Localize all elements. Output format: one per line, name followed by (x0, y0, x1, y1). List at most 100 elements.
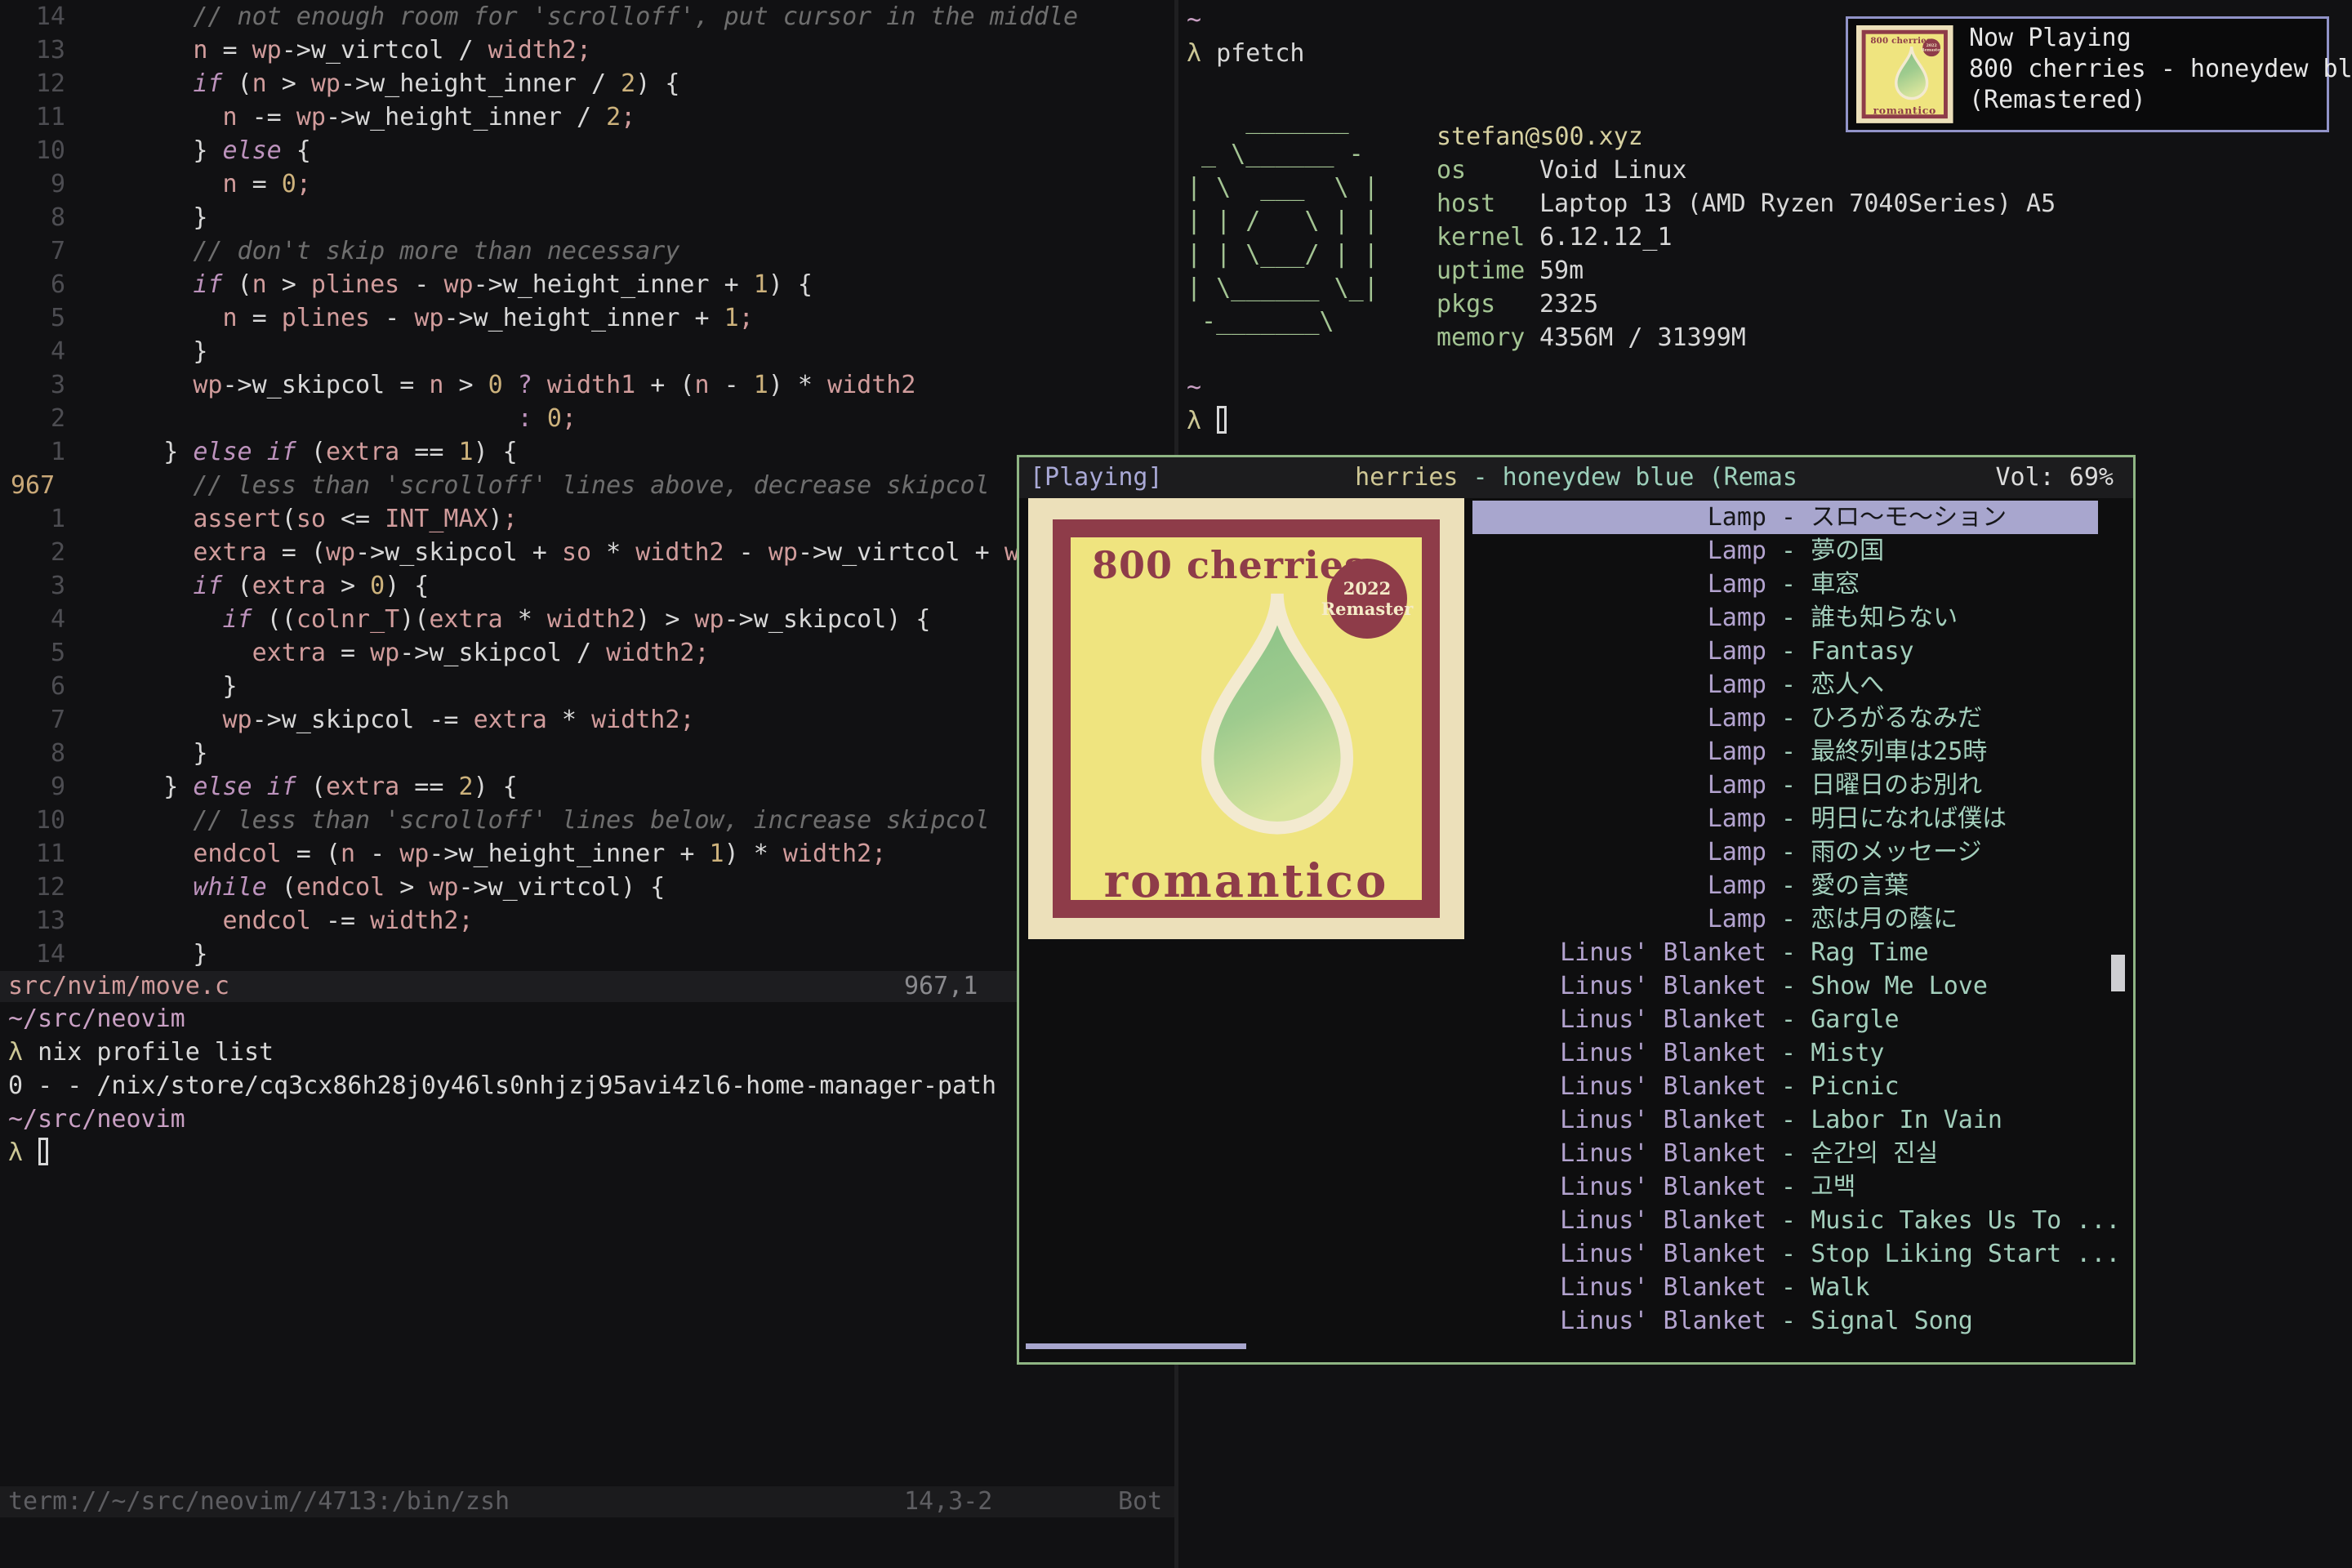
playlist-item[interactable]: Lamp - 明日になれば僕は (1472, 802, 2098, 835)
code-token: - (399, 270, 443, 299)
playlist-item[interactable]: Linus' Blanket - Stop Liking Start ... (1472, 1237, 2098, 1271)
code-line: 14 // not enough room for 'scrolloff', p… (0, 0, 1174, 33)
code-editor[interactable]: 14 // not enough room for 'scrolloff', p… (0, 0, 1174, 971)
player-header: [Playing] herries - honeydew blue (Remas… (1019, 457, 2133, 498)
code-token: )( (399, 605, 429, 634)
code-token: ; (679, 706, 694, 734)
code-text: // not enough room for 'scrolloff', put … (105, 0, 1078, 33)
code-token: ; (871, 840, 886, 868)
playlist-item[interactable]: Linus' Blanket - Rag Time (1472, 936, 2098, 969)
playlist-item[interactable]: Lamp - ひろがるなみだ (1472, 702, 2098, 735)
code-token: ) (488, 505, 503, 533)
notification-text: Now Playing800 cherries - honeydew blue(… (1969, 23, 2352, 116)
music-player-window[interactable]: [Playing] herries - honeydew blue (Remas… (1017, 455, 2136, 1365)
line-number: 13 (0, 904, 65, 938)
playlist-item[interactable]: Linus' Blanket - Show Me Love (1472, 969, 2098, 1003)
notification-thumbnail: 800 cherries 2022 Remaster romantico (1856, 25, 1953, 124)
playlist-item[interactable]: Lamp - 誰も知らない (1472, 601, 2098, 635)
code-token: > (267, 69, 311, 98)
command-output: 0 - - /nix/store/cq3cx86h28j0y46ls0nhjzj… (8, 1071, 996, 1100)
code-token: width2 (635, 538, 724, 567)
code-token: ->w_skipcol) { (724, 605, 931, 634)
playlist-item[interactable]: Lamp - 恋は月の蔭に (1472, 902, 2098, 936)
code-token: ; (459, 906, 474, 935)
playlist-item-title: 고백 (1811, 1170, 1855, 1204)
playlist-item[interactable]: Lamp - 夢の国 (1472, 534, 2098, 568)
album-title-text-mini: romantico (1866, 107, 1944, 114)
pfetch-field-value: 59m (1539, 256, 1584, 285)
playlist-item[interactable]: Lamp - 日曜日のお別れ (1472, 768, 2098, 802)
code-token: } (105, 739, 207, 768)
code-token: if (223, 605, 252, 634)
code-line: 8 } (0, 737, 1174, 770)
code-token: n (252, 69, 267, 98)
code-token: wp (414, 304, 443, 332)
playlist-item[interactable]: Lamp - 恋人へ (1472, 668, 2098, 702)
code-token: // less than 'scrolloff' lines below, in… (105, 806, 990, 835)
marquee-title: - honeydew blue (Remas (1459, 463, 1797, 492)
playlist-item[interactable]: Lamp - 最終列車は25時 (1472, 735, 2098, 768)
code-token: n (223, 103, 238, 131)
code-text: n = 0; (105, 167, 311, 201)
playlist-item[interactable]: Lamp - スロ〜モ〜ション (1472, 501, 2098, 534)
playlist-item[interactable]: Linus' Blanket - Misty (1472, 1036, 2098, 1070)
code-line: 3 wp->w_skipcol = n > 0 ? width1 + (n - … (0, 368, 1174, 402)
terminal-row: ~/src/neovim (0, 1002, 1174, 1036)
code-token: wp (695, 605, 724, 634)
code-token: extra (252, 639, 326, 667)
playlist-item[interactable]: Linus' Blanket - 순간의 진실 (1472, 1137, 2098, 1170)
playlist-item[interactable]: Linus' Blanket - Music Takes Us To ... (1472, 1204, 2098, 1237)
prompt-symbol: λ (8, 1138, 23, 1167)
code-token: ; (739, 304, 754, 332)
playlist-item[interactable]: Linus' Blanket - Signal Song (1472, 1304, 2098, 1338)
progress-track[interactable] (1026, 1343, 2127, 1349)
playlist-scrollbar[interactable] (2111, 955, 2125, 991)
album-artist-text-mini: 800 cherries (1870, 37, 1931, 44)
code-token: 2 (621, 69, 635, 98)
code-token: width1 (547, 371, 635, 399)
code-line: 967 // less than 'scrolloff' lines above… (0, 469, 1174, 502)
line-number: 14 (0, 938, 65, 971)
line-number: 12 (0, 871, 65, 904)
pfetch-field: kernel6.12.12_1 (1437, 220, 2056, 254)
code-token: if (193, 270, 222, 299)
statusline-inactive: term://~/src/neovim//4713:/bin/zsh 14,3-… (0, 1486, 1174, 1517)
code-token: > (326, 572, 370, 600)
playlist-item-title: Stop Liking Start ... (1811, 1237, 2120, 1271)
line-number: 11 (0, 837, 65, 871)
code-token: extra (326, 438, 399, 466)
playlist-item[interactable]: Linus' Blanket - Gargle (1472, 1003, 2098, 1036)
playlist-item[interactable]: Linus' Blanket - 고백 (1472, 1170, 2098, 1204)
playlist-item[interactable]: Lamp - Fantasy (1472, 635, 2098, 668)
playlist-item-artist: Linus' Blanket (1472, 1003, 1766, 1036)
playlist-item-title: 愛の言葉 (1811, 869, 1909, 902)
now-playing-notification[interactable]: 800 cherries 2022 Remaster romantico Now… (1846, 16, 2329, 132)
code-token: colnr_T (296, 605, 399, 634)
code-token (105, 505, 193, 533)
code-token: : (518, 404, 532, 433)
code-token: wp (443, 270, 473, 299)
pfetch-field-label: memory (1437, 321, 1539, 354)
playlist-item[interactable]: Linus' Blanket - Walk (1472, 1271, 2098, 1304)
code-token: 1 (459, 438, 474, 466)
code-token: > (443, 371, 488, 399)
teardrop-graphic (1169, 583, 1386, 858)
playlist-item-artist: Lamp (1472, 601, 1766, 635)
code-token: extra (252, 572, 326, 600)
void-linux-logo: _______ _ \______ - | \ ___ \ | | | / \ … (1187, 104, 1437, 354)
playlist-item-artist: Linus' Blanket (1472, 1237, 1766, 1271)
playlist-item[interactable]: Lamp - 愛の言葉 (1472, 869, 2098, 902)
command-text: nix profile list (38, 1038, 274, 1067)
playlist-item-title: 恋は月の蔭に (1811, 902, 1958, 936)
nvim-window[interactable]: 14 // not enough room for 'scrolloff', p… (0, 0, 1174, 1568)
code-token: ) { (768, 270, 813, 299)
playlist-item[interactable]: Lamp - 雨のメッセージ (1472, 835, 2098, 869)
playlist-item-separator: - (1766, 735, 1811, 768)
playlist-item[interactable]: Linus' Blanket - Picnic (1472, 1070, 2098, 1103)
code-token: - (370, 304, 414, 332)
embedded-terminal[interactable]: ~/src/neovim λ nix profile list 0 - - /nix… (0, 1002, 1174, 1169)
code-token: plines (282, 304, 370, 332)
playlist-item-separator: - (1766, 802, 1811, 835)
playlist-item[interactable]: Lamp - 車窓 (1472, 568, 2098, 601)
playlist-item[interactable]: Linus' Blanket - Labor In Vain (1472, 1103, 2098, 1137)
